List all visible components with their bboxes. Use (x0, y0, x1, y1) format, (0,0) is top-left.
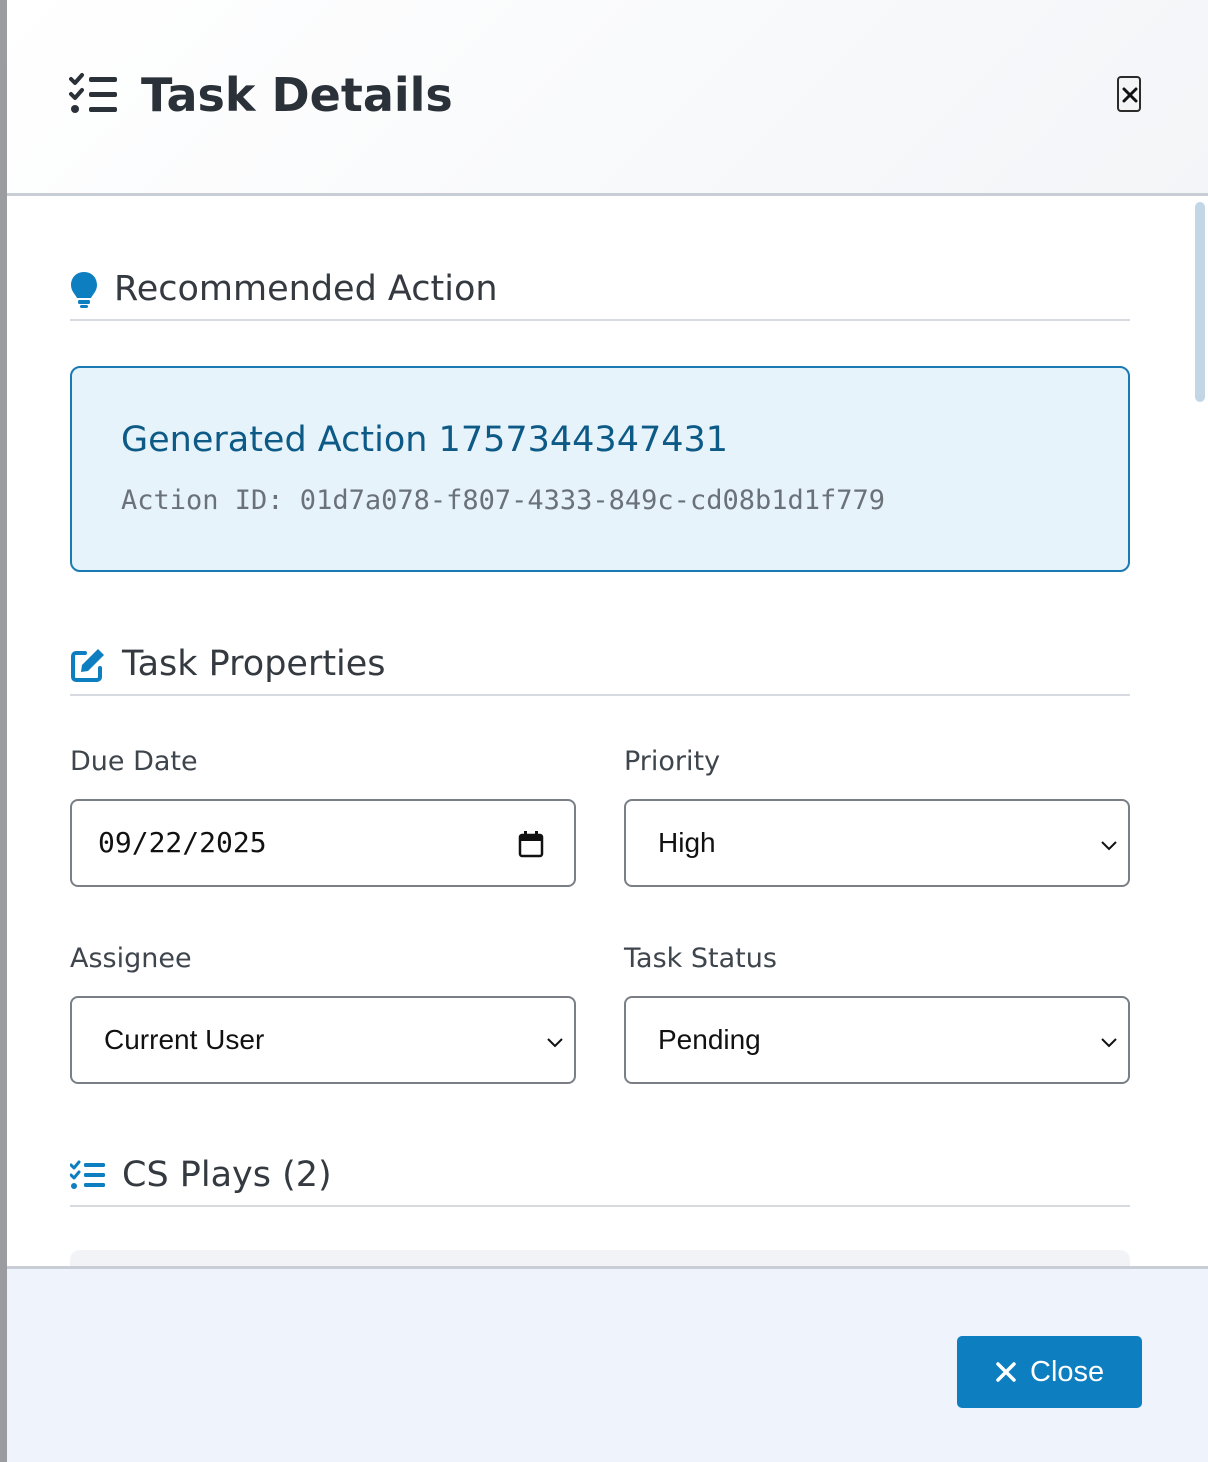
tasks-checklist-icon (69, 1160, 106, 1194)
page-backdrop (0, 0, 7, 1462)
lightbulb-icon (70, 271, 98, 313)
due-date-value: 09/22/2025 (98, 826, 267, 859)
modal-title: Task Details (141, 68, 453, 122)
modal-footer: Close (7, 1266, 1208, 1462)
chevron-down-icon (546, 1034, 564, 1053)
recommended-action-title: Recommended Action (114, 269, 498, 309)
cs-plays-header: CS Plays (2) (69, 1155, 1130, 1207)
calendar-icon[interactable] (518, 830, 544, 862)
recommended-action-header: Recommended Action (70, 269, 1130, 321)
edit-icon (70, 647, 106, 687)
task-status-label: Task Status (624, 943, 777, 974)
task-status-value: Pending (658, 1024, 761, 1055)
priority-value: High (658, 827, 716, 858)
task-properties-header: Task Properties (70, 644, 1130, 696)
chevron-down-icon (1100, 1034, 1118, 1053)
chevron-down-icon (1100, 837, 1118, 856)
close-icon (996, 1362, 1016, 1382)
recommended-action-card: Generated Action 1757344347431 Action ID… (70, 366, 1130, 572)
due-date-input[interactable]: 09/22/2025 (70, 799, 576, 887)
scrollbar[interactable] (1195, 202, 1205, 402)
modal-header: Task Details (7, 0, 1208, 196)
priority-label: Priority (624, 746, 721, 777)
close-button[interactable]: Close (957, 1336, 1142, 1408)
action-title: Generated Action 1757344347431 (121, 420, 729, 460)
tasks-checklist-icon (69, 72, 119, 116)
modal-body[interactable]: Recommended Action Generated Action 1757… (7, 196, 1208, 1268)
close-button-label: Close (1030, 1356, 1105, 1388)
assignee-select[interactable]: Current User (70, 996, 576, 1084)
task-details-modal: Task Details Recommended Action Generate… (7, 0, 1208, 1462)
close-icon (1122, 87, 1138, 103)
assignee-value: Current User (104, 1024, 265, 1055)
task-properties-title: Task Properties (122, 644, 386, 684)
due-date-label: Due Date (70, 746, 198, 777)
close-x-button[interactable] (1117, 76, 1141, 112)
task-status-select[interactable]: Pending (624, 996, 1130, 1084)
priority-select[interactable]: High (624, 799, 1130, 887)
cs-plays-title: CS Plays (2) (122, 1155, 332, 1195)
assignee-label: Assignee (70, 943, 192, 974)
action-id: Action ID: 01d7a078-f807-4333-849c-cd08b… (121, 485, 886, 516)
